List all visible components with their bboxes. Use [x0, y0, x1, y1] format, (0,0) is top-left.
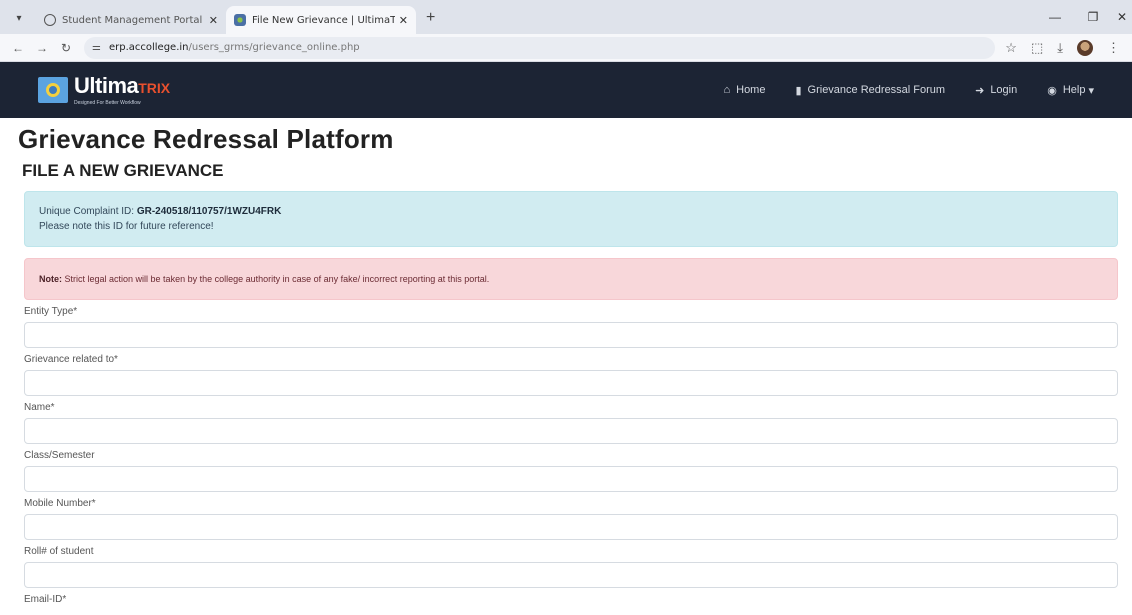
section-title: FILE A NEW GRIEVANCE [22, 161, 224, 180]
brand-suffix: TRIX [138, 79, 171, 96]
entity-type-label: Entity Type* [24, 306, 78, 317]
mobile-number-field: Mobile Number* [24, 498, 1118, 540]
tab-title: File New Grievance | UltimaTRIX [252, 14, 395, 26]
browser-tab-student-portal[interactable]: Student Management Portal ✕ [36, 6, 226, 34]
warning-text: Strict legal action will be taken by the… [64, 274, 490, 284]
class-semester-field: Class/Semester [24, 450, 1118, 492]
home-icon: ⌂ [723, 84, 731, 96]
class-semester-input[interactable] [24, 466, 1118, 492]
profile-avatar[interactable] [1077, 39, 1093, 56]
address-bar: ← → ↻ ⚌ erp.accollege.in/users_grms/grie… [0, 34, 1132, 62]
nav-login-label: Login [990, 84, 1018, 96]
grievance-related-select[interactable] [24, 370, 1118, 396]
brand-tagline: Designed For Better Workflow [74, 99, 141, 106]
complaint-id-value: GR-240518/110757/1WZU4FRK [136, 206, 282, 217]
nav-grievance-forum-label: Grievance Redressal Forum [807, 84, 946, 96]
warning-prefix: Note: [39, 274, 62, 284]
nav-login[interactable]: ➜ Login [975, 84, 1017, 97]
nav-help-label: Help [1062, 84, 1086, 96]
nav-home-label: Home [736, 84, 766, 96]
restore-icon[interactable]: ❐ [1074, 10, 1112, 24]
nav-grievance-forum[interactable]: ▮ Grievance Redressal Forum [795, 84, 945, 97]
site-info-icon[interactable]: ⚌ [92, 42, 101, 53]
reload-icon[interactable]: ↻ [56, 41, 76, 55]
more-menu-icon[interactable]: ⋮ [1107, 40, 1120, 56]
toolbar-icons: ☆ ⬚ ⤓ ⋮ [1005, 39, 1124, 56]
name-input[interactable] [24, 418, 1118, 444]
email-field: Email-ID* [24, 594, 1118, 608]
nav-links: ⌂ Home ▮ Grievance Redressal Forum ➜ Log… [723, 84, 1094, 97]
class-semester-label: Class/Semester [24, 450, 95, 461]
window-controls: — ❐ ✕ [1036, 0, 1132, 34]
entity-type-select[interactable] [24, 322, 1118, 348]
app-favicon-icon [234, 14, 246, 26]
roll-number-field: Roll# of student [24, 546, 1118, 588]
lifebuoy-icon: ◉ [1047, 84, 1057, 97]
back-icon[interactable]: ← [8, 41, 28, 55]
brand-name: UltimaTRIX [74, 72, 171, 98]
url-input[interactable]: ⚌ erp.accollege.in/users_grms/grievance_… [84, 36, 996, 59]
nav-help-dropdown[interactable]: ◉ Help ▾ [1047, 84, 1094, 97]
globe-icon [44, 14, 56, 26]
legal-warning-alert: Note: Strict legal action will be taken … [24, 258, 1118, 300]
monitor-gear-icon [38, 77, 68, 103]
complaint-id-note: Please note this ID for future reference… [39, 221, 214, 232]
grievance-related-label: Grievance related to* [24, 354, 118, 365]
document-icon: ▮ [795, 84, 802, 97]
star-icon[interactable]: ☆ [1005, 40, 1017, 56]
roll-number-label: Roll# of student [24, 546, 94, 557]
download-icon[interactable]: ⤓ [1057, 40, 1063, 56]
url-path: /users_grms/grievance_online.php [188, 42, 360, 53]
grievance-related-field: Grievance related to* [24, 354, 1118, 396]
name-field: Name* [24, 402, 1118, 444]
entity-type-field: Entity Type* [24, 306, 1118, 348]
brand-logo-link[interactable]: UltimaTRIX Designed For Better Workflow [38, 72, 171, 106]
tab-title: Student Management Portal [62, 14, 203, 26]
minimize-icon[interactable]: — [1036, 10, 1074, 24]
new-tab-icon[interactable]: + [426, 9, 435, 27]
extensions-icon[interactable]: ⬚ [1031, 40, 1043, 56]
tab-search-chevron-icon[interactable]: ▾ [8, 7, 30, 29]
app-navbar: UltimaTRIX Designed For Better Workflow … [0, 62, 1132, 118]
roll-number-input[interactable] [24, 562, 1118, 588]
close-icon[interactable]: ✕ [399, 14, 408, 27]
name-label: Name* [24, 402, 55, 413]
url-host: erp.accollege.in [108, 42, 189, 53]
page-title: Grievance Redressal Platform [18, 124, 394, 154]
mobile-number-input[interactable] [24, 514, 1118, 540]
nav-home[interactable]: ⌂ Home [723, 84, 765, 96]
caret-down-icon: ▾ [1088, 84, 1094, 97]
email-label: Email-ID* [24, 594, 67, 605]
complaint-id-label: Unique Complaint ID: [39, 206, 135, 217]
browser-tab-file-grievance[interactable]: File New Grievance | UltimaTRIX ✕ [226, 6, 416, 34]
close-window-icon[interactable]: ✕ [1112, 10, 1132, 24]
page-content: Grievance Redressal Platform FILE A NEW … [0, 124, 1132, 608]
close-icon[interactable]: ✕ [209, 14, 218, 27]
login-icon: ➜ [975, 84, 985, 97]
mobile-number-label: Mobile Number* [24, 498, 96, 509]
forward-icon[interactable]: → [32, 41, 52, 55]
complaint-id-alert: Unique Complaint ID: GR-240518/110757/1W… [24, 191, 1118, 247]
browser-tab-bar: ▾ Student Management Portal ✕ File New G… [0, 0, 1132, 34]
